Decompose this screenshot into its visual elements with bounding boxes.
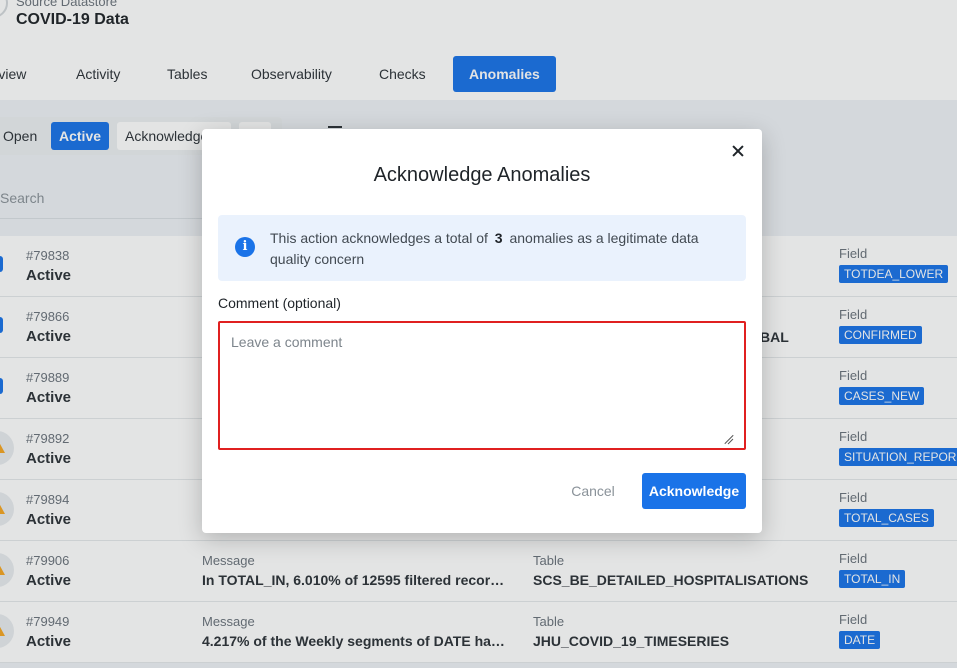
comment-field-wrapper	[218, 321, 746, 450]
anomaly-count: 3	[494, 230, 503, 246]
cancel-button[interactable]: Cancel	[564, 475, 622, 507]
acknowledge-button[interactable]: Acknowledge	[642, 473, 746, 509]
dialog-title: Acknowledge Anomalies	[373, 164, 591, 186]
comment-label: Comment (optional)	[218, 295, 341, 311]
comment-textarea[interactable]	[220, 323, 744, 448]
resize-handle-icon[interactable]	[723, 434, 733, 444]
info-icon: i	[235, 237, 255, 257]
info-prefix: This action acknowledges a total of	[270, 230, 488, 246]
info-banner: i This action acknowledges a total of 3 …	[218, 215, 746, 281]
close-icon[interactable]	[730, 143, 746, 159]
acknowledge-dialog: Acknowledge Anomalies i This action ackn…	[202, 129, 762, 533]
info-message: This action acknowledges a total of 3 an…	[270, 228, 730, 270]
